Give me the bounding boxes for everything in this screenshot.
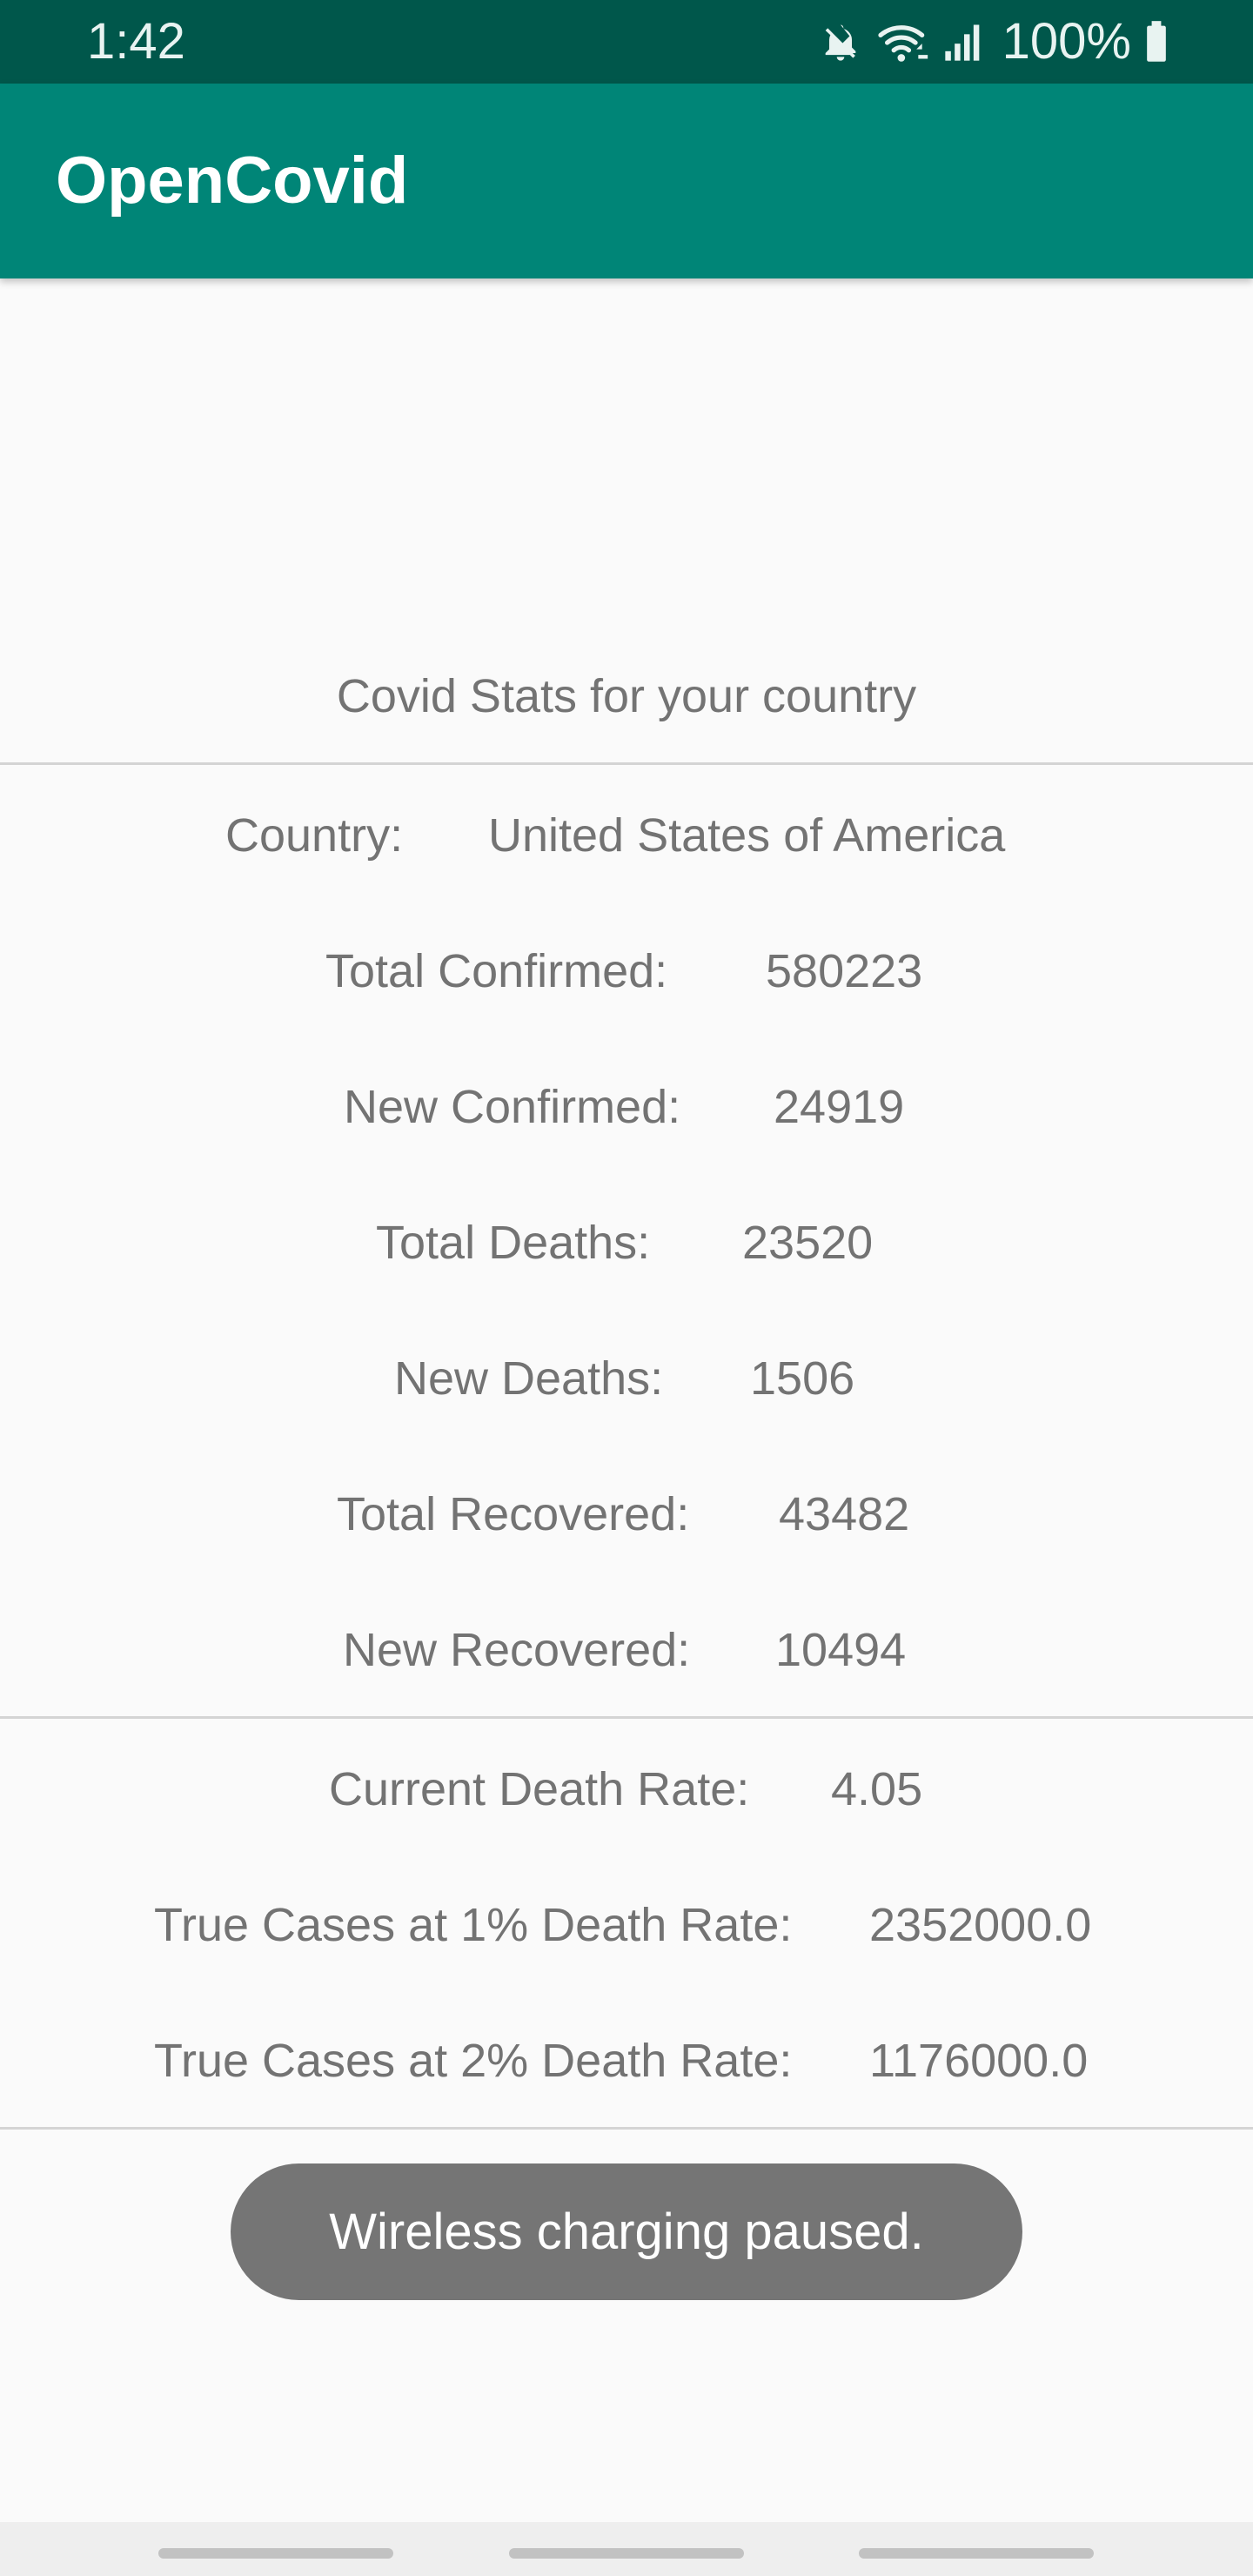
country-label: Country: [225,809,404,862]
battery-percentage: 100% [1002,13,1131,70]
death-rate-label: Current Death Rate: [329,1763,750,1815]
true-cases-1-value: 2352000.0 [869,1899,1092,1951]
new-confirmed-value: 24919 [774,1081,905,1133]
nav-back-handle[interactable] [158,2548,393,2559]
country-value: United States of America [488,809,1006,862]
navigation-bar [0,2522,1253,2576]
new-deaths-row: New Deaths: 1506 [0,1345,1253,1412]
wifi-icon [875,19,931,64]
nav-home-handle[interactable] [509,2548,744,2559]
nav-recents-handle[interactable] [859,2548,1094,2559]
divider [0,2127,1253,2130]
battery-icon [1143,19,1169,64]
stats-heading: Covid Stats for your country [336,670,917,722]
divider [0,762,1253,765]
status-icons: 100% [818,12,1169,71]
new-recovered-label: New Recovered: [343,1624,691,1676]
toast-message: Wireless charging paused. [231,2163,1022,2300]
new-deaths-value: 1506 [750,1352,855,1405]
total-confirmed-value: 580223 [766,945,923,997]
signal-icon [943,19,985,64]
true-cases-1-row: True Cases at 1% Death Rate: 2352000.0 [0,1892,1253,1958]
status-time: 1:42 [87,13,185,70]
total-recovered-value: 43482 [779,1488,910,1540]
death-rate-value: 4.05 [831,1763,923,1815]
true-cases-2-label: True Cases at 2% Death Rate: [154,2035,793,2087]
total-deaths-row: Total Deaths: 23520 [0,1210,1253,1276]
death-rate-row: Current Death Rate: 4.05 [0,1756,1253,1822]
new-deaths-label: New Deaths: [394,1352,664,1405]
true-cases-1-label: True Cases at 1% Death Rate: [154,1899,793,1951]
app-bar: OpenCovid [0,84,1253,278]
status-bar: 1:42 100% [0,0,1253,84]
true-cases-2-value: 1176000.0 [869,2035,1089,2087]
country-row: Country: United States of America [0,802,1253,869]
total-recovered-row: Total Recovered: 43482 [0,1481,1253,1547]
new-confirmed-label: New Confirmed: [344,1081,681,1133]
total-confirmed-label: Total Confirmed: [325,945,668,997]
app-title: OpenCovid [56,144,409,218]
total-deaths-label: Total Deaths: [376,1217,651,1269]
mute-icon [818,19,863,64]
new-confirmed-row: New Confirmed: 24919 [0,1074,1253,1140]
divider [0,1716,1253,1719]
true-cases-2-row: True Cases at 2% Death Rate: 1176000.0 [0,2028,1253,2094]
total-deaths-value: 23520 [742,1217,874,1269]
new-recovered-value: 10494 [775,1624,907,1676]
total-recovered-label: Total Recovered: [337,1488,690,1540]
total-confirmed-row: Total Confirmed: 580223 [0,938,1253,1004]
new-recovered-row: New Recovered: 10494 [0,1617,1253,1683]
